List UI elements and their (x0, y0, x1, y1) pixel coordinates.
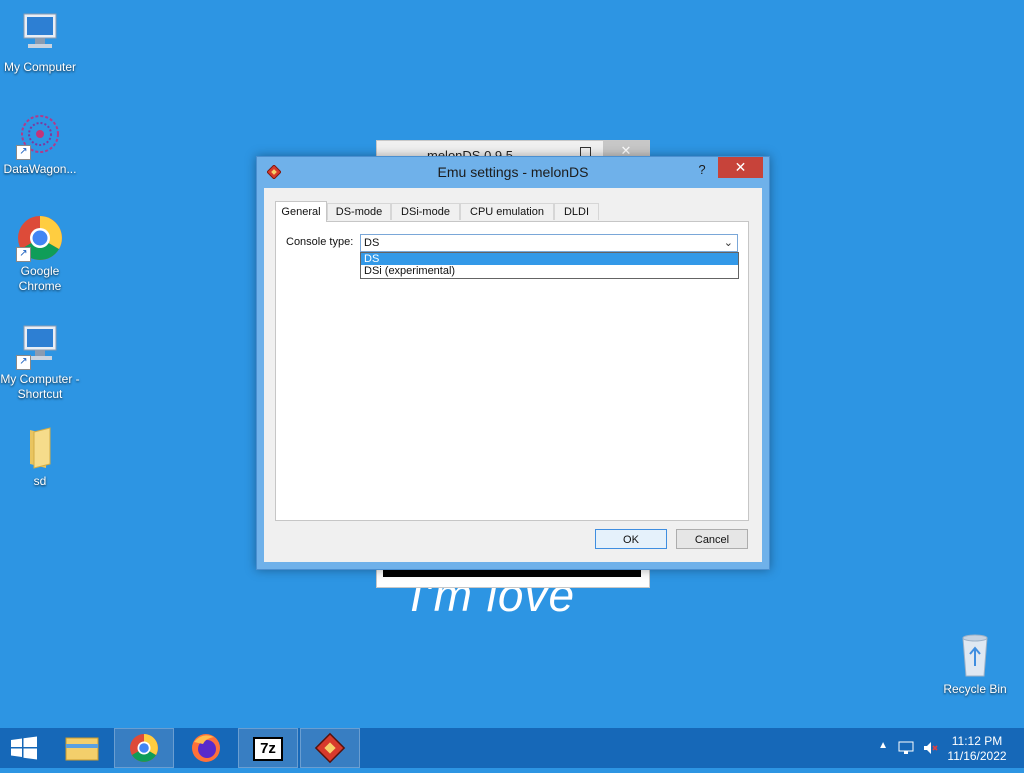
desktop-icon-label: Recycle Bin (943, 682, 1007, 696)
desktop-icon-datawagon[interactable]: ↗ DataWagon... (0, 112, 80, 177)
taskbar-file-explorer[interactable] (52, 728, 112, 768)
recycle-bin-icon (951, 632, 999, 680)
dialog-body: General DS-mode DSi-mode CPU emulation D… (264, 188, 762, 562)
chrome-icon: ↗ (16, 214, 64, 262)
chrome-icon (130, 734, 158, 762)
computer-icon: ↗ (16, 322, 64, 370)
tab-ds-mode[interactable]: DS-mode (327, 203, 391, 220)
windows-start-icon (11, 736, 37, 760)
clock[interactable]: 11:12 PM 11/16/2022 (942, 734, 1012, 764)
taskbar-chrome[interactable] (114, 728, 174, 768)
console-type-option-ds[interactable]: DS (361, 253, 738, 265)
taskbar-7zip[interactable]: 7z (238, 728, 298, 768)
tab-cpu-emulation[interactable]: CPU emulation (460, 203, 554, 220)
taskbar-firefox[interactable] (176, 728, 236, 768)
7zip-icon-text: 7z (260, 740, 276, 757)
cancel-button[interactable]: Cancel (676, 529, 748, 549)
console-type-select[interactable]: DS ⌄ (360, 234, 738, 252)
tab-dsi-mode[interactable]: DSi-mode (391, 203, 460, 220)
close-button[interactable]: ✕ (718, 157, 763, 178)
volume-muted-icon[interactable] (922, 740, 938, 756)
clock-date: 11/16/2022 (947, 749, 1007, 763)
file-explorer-icon (65, 737, 99, 761)
desktop-icon-label: Google Chrome (18, 264, 62, 293)
general-tab-panel: Console type: DS ⌄ DS DSi (experimental) (275, 221, 749, 521)
tab-general[interactable]: General (275, 201, 327, 222)
desktop-icon-label: sd (33, 474, 47, 488)
start-button[interactable] (0, 728, 48, 768)
console-type-label: Console type: (286, 236, 354, 248)
help-button[interactable]: ? (691, 160, 713, 180)
tab-dldi[interactable]: DLDI (554, 203, 599, 220)
desktop-icon-my-computer-shortcut[interactable]: ↗ My Computer - Shortcut (0, 322, 80, 402)
taskbar: 7z ▲ 11:12 PM 11/16/2022 (0, 728, 1024, 768)
folder-icon (16, 424, 64, 472)
desktop-icon-my-computer[interactable]: My Computer (0, 10, 80, 75)
show-hidden-icons-icon[interactable]: ▲ (878, 740, 888, 751)
7zip-icon: 7z (253, 737, 283, 761)
melonds-icon (314, 732, 346, 764)
network-icon[interactable] (898, 740, 914, 756)
shortcut-arrow-icon: ↗ (16, 145, 31, 160)
taskbar-melonds[interactable] (300, 728, 360, 768)
firefox-icon (192, 734, 220, 762)
console-type-option-dsi[interactable]: DSi (experimental) (361, 265, 738, 277)
desktop-icon-recycle-bin[interactable]: Recycle Bin (935, 632, 1015, 697)
emulator-screen-bar (383, 569, 641, 577)
desktop-icon-label: My Computer - Shortcut (0, 372, 80, 401)
datawagon-icon: ↗ (16, 112, 64, 160)
console-type-dropdown: DS DSi (experimental) (360, 252, 739, 279)
shortcut-arrow-icon: ↗ (16, 355, 31, 370)
desktop-icon-label: DataWagon... (3, 162, 77, 176)
desktop-icon-sd[interactable]: sd (0, 424, 80, 489)
console-type-value: DS (364, 237, 380, 249)
desktop-icon-google-chrome[interactable]: ↗ Google Chrome (0, 214, 80, 294)
ok-button[interactable]: OK (595, 529, 667, 549)
desktop-icon-label: My Computer (3, 60, 77, 74)
computer-icon (16, 10, 64, 58)
shortcut-arrow-icon: ↗ (16, 247, 31, 262)
dialog-titlebar[interactable]: Emu settings - melonDS ? ✕ (257, 157, 769, 187)
chevron-down-icon: ⌄ (723, 237, 733, 249)
clock-time: 11:12 PM (951, 734, 1003, 748)
emu-settings-dialog[interactable]: Emu settings - melonDS ? ✕ General DS-mo… (256, 156, 770, 570)
